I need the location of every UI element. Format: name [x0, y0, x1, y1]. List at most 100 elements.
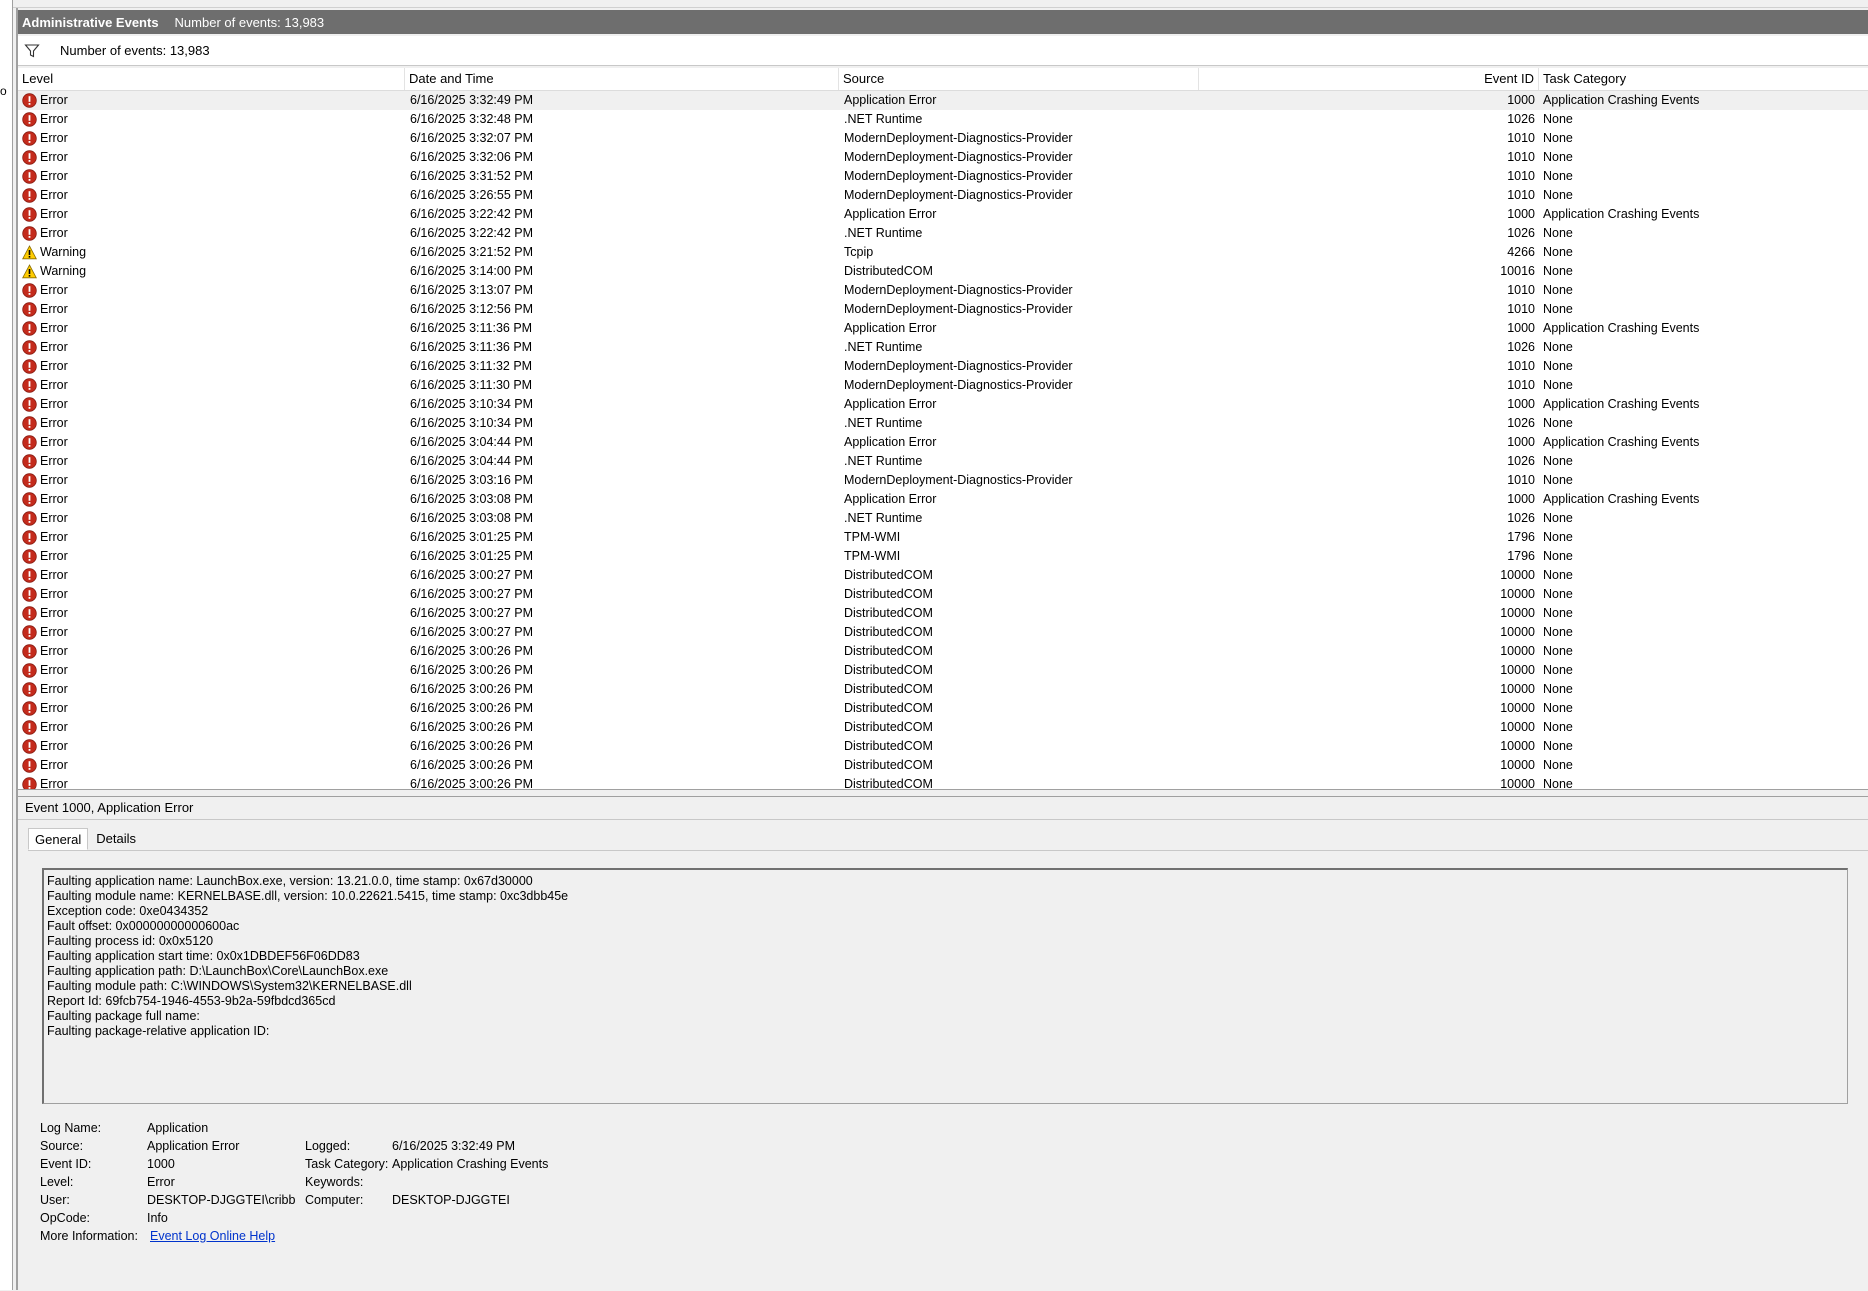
table-row[interactable]: Warning 6/16/2025 3:21:52 PM Tcpip 4266 None [18, 243, 1868, 262]
event-id-cell: 1000 [1507, 492, 1535, 506]
task-category-cell: None [1543, 131, 1573, 145]
event-log-online-help-link[interactable]: Event Log Online Help [150, 1226, 275, 1247]
event-rows: Error 6/16/2025 3:32:49 PM Application Err… [18, 91, 1868, 790]
date-cell: 6/16/2025 3:00:27 PM [410, 606, 534, 620]
column-header-event-id[interactable]: Event ID [1365, 68, 1539, 90]
date-cell: 6/16/2025 3:00:26 PM [410, 644, 534, 658]
table-row[interactable]: Error 6/16/2025 3:00:26 PM DistributedCOM 1… [18, 756, 1868, 775]
error-icon [22, 663, 37, 678]
table-row[interactable]: Error 6/16/2025 3:31:52 PM ModernDeploymen… [18, 167, 1868, 186]
table-row[interactable]: Error 6/16/2025 3:11:32 PM ModernDeploymen… [18, 357, 1868, 376]
event-id-cell: 1010 [1507, 378, 1535, 392]
table-row[interactable]: Error 6/16/2025 3:00:27 PM DistributedCOM 1… [18, 566, 1868, 585]
table-row[interactable]: Error 6/16/2025 3:00:26 PM DistributedCOM 1… [18, 661, 1868, 680]
error-icon [22, 416, 37, 431]
task-category-cell: None [1543, 644, 1573, 658]
table-row[interactable]: Error 6/16/2025 3:00:27 PM DistributedCOM 1… [18, 623, 1868, 642]
source-cell: ModernDeployment-Diagnostics-Provider [844, 378, 1073, 392]
table-row[interactable]: Error 6/16/2025 3:04:44 PM .NET Runtime 102… [18, 452, 1868, 471]
task-category-cell: None [1543, 625, 1573, 639]
table-row[interactable]: Error 6/16/2025 3:00:26 PM DistributedCOM 1… [18, 718, 1868, 737]
table-row[interactable]: Error 6/16/2025 3:32:07 PM ModernDeploymen… [18, 129, 1868, 148]
level-text: Error [40, 131, 68, 145]
level-text: Error [40, 435, 68, 449]
table-row[interactable]: Error 6/16/2025 3:01:25 PM TPM-WMI 1796 None [18, 528, 1868, 547]
table-row[interactable]: Error 6/16/2025 3:22:42 PM Application Err… [18, 205, 1868, 224]
level-text: Error [40, 625, 68, 639]
task-category-cell: None [1543, 663, 1573, 677]
filter-funnel-icon[interactable] [24, 43, 40, 59]
table-row[interactable]: Error 6/16/2025 3:03:08 PM Application Err… [18, 490, 1868, 509]
table-row[interactable]: Error 6/16/2025 3:11:36 PM Application Err… [18, 319, 1868, 338]
source-cell: DistributedCOM [844, 625, 933, 639]
events-grid[interactable]: Level Date and Time Source Event ID Task… [18, 68, 1868, 790]
level-cell: Error [22, 737, 402, 756]
date-cell: 6/16/2025 3:00:26 PM [410, 777, 534, 790]
error-icon [22, 454, 37, 469]
table-row[interactable]: Error 6/16/2025 3:03:08 PM .NET Runtime 102… [18, 509, 1868, 528]
event-id-cell: 1010 [1507, 473, 1535, 487]
date-cell: 6/16/2025 3:00:27 PM [410, 625, 534, 639]
description-line: Faulting package full name: [47, 1009, 200, 1023]
table-row[interactable]: Error 6/16/2025 3:00:26 PM DistributedCOM 1… [18, 699, 1868, 718]
level-cell: Error [22, 661, 402, 680]
table-row[interactable]: Error 6/16/2025 3:32:06 PM ModernDeploymen… [18, 148, 1868, 167]
table-row[interactable]: Error 6/16/2025 3:11:36 PM .NET Runtime 102… [18, 338, 1868, 357]
level-cell: Error [22, 585, 402, 604]
event-description-box[interactable]: Faulting application name: LaunchBox.exe… [42, 868, 1848, 1104]
column-header-date[interactable]: Date and Time [405, 68, 839, 90]
task-category-value: Application Crashing Events [392, 1157, 549, 1171]
table-row[interactable]: Error 6/16/2025 3:03:16 PM ModernDeploymen… [18, 471, 1868, 490]
table-row[interactable]: Error 6/16/2025 3:10:34 PM Application Err… [18, 395, 1868, 414]
level-text: Error [40, 644, 68, 658]
error-icon [22, 701, 37, 716]
level-text: Error [40, 739, 68, 753]
column-header-task-category[interactable]: Task Category [1539, 68, 1868, 90]
table-row[interactable]: Error 6/16/2025 3:11:30 PM ModernDeploymen… [18, 376, 1868, 395]
source-cell: Application Error [844, 435, 937, 449]
description-line: Faulting module path: C:\WINDOWS\System3… [47, 979, 412, 993]
tab-details[interactable]: Details [90, 828, 142, 850]
event-id-cell: 10000 [1500, 701, 1535, 715]
level-text: Error [40, 188, 68, 202]
task-category-cell: None [1543, 720, 1573, 734]
event-id-cell: 1010 [1507, 131, 1535, 145]
table-row[interactable]: Warning 6/16/2025 3:14:00 PM DistributedCO… [18, 262, 1868, 281]
computer-value: DESKTOP-DJGGTEI [392, 1193, 510, 1207]
warning-icon [22, 264, 37, 279]
table-row[interactable]: Error 6/16/2025 3:00:26 PM DistributedCOM 1… [18, 642, 1868, 661]
level-text: Error [40, 226, 68, 240]
date-cell: 6/16/2025 3:01:25 PM [410, 549, 534, 563]
table-row[interactable]: Error 6/16/2025 3:00:26 PM DistributedCOM 1… [18, 737, 1868, 756]
column-header-level[interactable]: Level [18, 68, 405, 90]
grid-header: Level Date and Time Source Event ID Task… [18, 68, 1868, 91]
level-cell: Error [22, 186, 402, 205]
table-row[interactable]: Error 6/16/2025 3:13:07 PM ModernDeploymen… [18, 281, 1868, 300]
table-row[interactable]: Error 6/16/2025 3:00:26 PM DistributedCOM 1… [18, 680, 1868, 699]
table-row[interactable]: Error 6/16/2025 3:01:25 PM TPM-WMI 1796 None [18, 547, 1868, 566]
level-cell: Error [22, 452, 402, 471]
error-icon [22, 359, 37, 374]
table-row[interactable]: Error 6/16/2025 3:32:48 PM .NET Runtime 102… [18, 110, 1868, 129]
level-text: Error [40, 701, 68, 715]
table-row[interactable]: Error 6/16/2025 3:32:49 PM Application Err… [18, 91, 1868, 110]
tab-general[interactable]: General [28, 828, 89, 850]
column-header-source[interactable]: Source [839, 68, 1199, 90]
date-cell: 6/16/2025 3:22:42 PM [410, 226, 534, 240]
task-category-cell: None [1543, 739, 1573, 753]
table-row[interactable]: Error 6/16/2025 3:22:42 PM .NET Runtime 102… [18, 224, 1868, 243]
table-row[interactable]: Error 6/16/2025 3:26:55 PM ModernDeploymen… [18, 186, 1868, 205]
table-row[interactable]: Error 6/16/2025 3:00:27 PM DistributedCOM 1… [18, 585, 1868, 604]
level-text: Error [40, 587, 68, 601]
task-category-cell: None [1543, 302, 1573, 316]
error-icon [22, 131, 37, 146]
view-title: Administrative Events [22, 14, 159, 30]
table-row[interactable]: Error 6/16/2025 3:04:44 PM Application Err… [18, 433, 1868, 452]
table-row[interactable]: Error 6/16/2025 3:00:26 PM DistributedCOM 1… [18, 775, 1868, 790]
table-row[interactable]: Error 6/16/2025 3:00:27 PM DistributedCOM 1… [18, 604, 1868, 623]
task-category-cell: None [1543, 378, 1573, 392]
description-line: Faulting process id: 0x0x5120 [47, 934, 214, 948]
table-row[interactable]: Error 6/16/2025 3:10:34 PM .NET Runtime 102… [18, 414, 1868, 433]
error-icon [22, 473, 37, 488]
table-row[interactable]: Error 6/16/2025 3:12:56 PM ModernDeploymen… [18, 300, 1868, 319]
